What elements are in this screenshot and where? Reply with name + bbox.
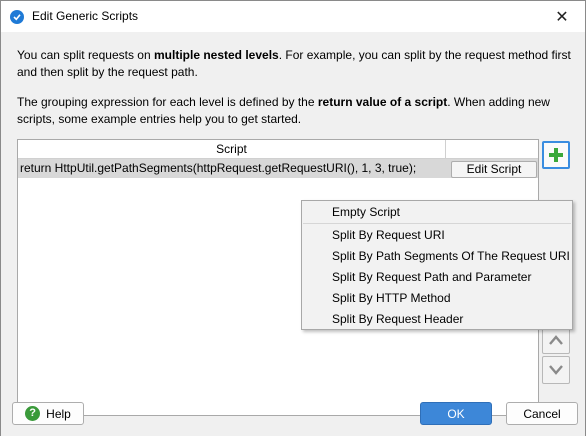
table-row[interactable]: return HttpUtil.getPathSegments(httpRequ…: [18, 159, 538, 178]
info-text: You can split requests on: [17, 48, 154, 62]
column-header-script[interactable]: Script: [18, 140, 446, 158]
title-bar: Edit Generic Scripts ✕: [1, 1, 585, 32]
arrow-down-icon: [549, 365, 563, 375]
close-icon: ✕: [555, 8, 569, 26]
app-icon: [10, 10, 24, 24]
add-script-button[interactable]: [542, 141, 570, 169]
row-script-cell[interactable]: return HttpUtil.getPathSegments(httpRequ…: [20, 159, 444, 178]
info-bold: return value of a script: [317, 95, 448, 109]
arrow-up-icon: [549, 335, 563, 345]
info-paragraph-1: You can split requests on multiple neste…: [17, 47, 577, 81]
menu-item-split-by-request-header[interactable]: Split By Request Header: [302, 309, 572, 330]
menu-item-empty-script[interactable]: Empty Script: [302, 202, 572, 223]
dialog-content: You can split requests on multiple neste…: [1, 32, 585, 436]
table-header: Script: [18, 140, 538, 159]
info-paragraph-2: The grouping expression for each level i…: [17, 94, 577, 128]
move-down-button[interactable]: [542, 356, 570, 384]
menu-separator: [303, 223, 571, 224]
window-title: Edit Generic Scripts: [32, 9, 139, 23]
move-up-button[interactable]: [542, 326, 570, 354]
info-bold: multiple nested levels: [153, 48, 279, 62]
ok-button[interactable]: OK: [420, 402, 492, 425]
menu-item-split-by-http-method[interactable]: Split By HTTP Method: [302, 288, 572, 309]
dialog-window: Edit Generic Scripts ✕ You can split req…: [0, 0, 586, 436]
menu-item-split-by-path-segments[interactable]: Split By Path Segments Of The Request UR…: [302, 246, 572, 267]
menu-item-split-by-request-uri[interactable]: Split By Request URI: [302, 225, 572, 246]
help-icon: ?: [25, 406, 41, 421]
help-button[interactable]: ? Help: [12, 402, 84, 425]
help-label: Help: [46, 406, 71, 421]
plus-icon: [549, 148, 563, 162]
add-script-menu: Empty Script Split By Request URI Split …: [301, 200, 573, 330]
menu-item-split-by-path-and-parameter[interactable]: Split By Request Path and Parameter: [302, 267, 572, 288]
info-text: The grouping expression for each level i…: [17, 95, 318, 109]
column-header-action: [447, 140, 538, 158]
cancel-button[interactable]: Cancel: [506, 402, 578, 425]
close-button[interactable]: ✕: [539, 1, 585, 32]
edit-script-button[interactable]: Edit Script: [451, 161, 537, 178]
